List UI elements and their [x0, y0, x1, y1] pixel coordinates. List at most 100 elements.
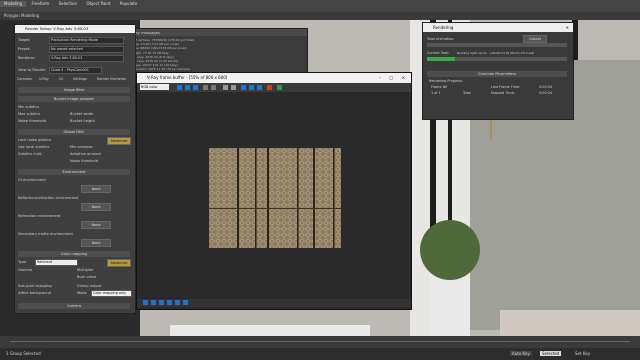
green-channel-icon[interactable] [185, 85, 190, 90]
min-samples-label: Min samples [70, 145, 93, 149]
polygon-modeling-label[interactable]: Polygon Modeling [4, 13, 39, 18]
tab-freeform[interactable]: Freeform [27, 1, 53, 7]
tab-render-elements[interactable]: Render Elements [97, 77, 126, 81]
current-task-value: Building light cache... [00:00:21.8] [00… [457, 51, 535, 55]
affect-bg-checkbox[interactable]: Affect background [18, 290, 51, 296]
clear-icon[interactable] [231, 85, 236, 90]
bucket-sampler-section[interactable]: Bucket image sampler [18, 96, 130, 102]
selection-status: 1 Group Selected [6, 351, 41, 356]
time-slider[interactable] [0, 336, 640, 348]
cancel-button[interactable]: Cancel [523, 35, 547, 43]
settings-icon[interactable] [143, 300, 148, 305]
vray-frame-buffer-window[interactable]: V-Ray frame buffer - [55% of 800 x 600] … [136, 72, 412, 310]
region-render-icon[interactable] [249, 85, 254, 90]
refr-env-checkbox[interactable]: Refraction environment [18, 213, 60, 219]
lut-icon[interactable] [183, 300, 188, 305]
elapsed-value: 0:00:24 [539, 91, 553, 95]
tab-vray[interactable]: V-Ray [39, 77, 49, 81]
global-dmc-section[interactable]: Global DMC [18, 129, 130, 135]
subdivs-mult-label: Subdivs mult. [18, 152, 43, 156]
red-channel-icon[interactable] [177, 85, 182, 90]
common-params-section[interactable]: Common Parameters [427, 71, 567, 77]
rendering-progress-window[interactable]: Rendering ✕ Cancel Total Animation: Curr… [422, 22, 574, 120]
use-local-checkbox[interactable]: Use local subdivs [18, 144, 49, 150]
track-mouse-icon[interactable] [241, 85, 246, 90]
noise-label: Noise threshold [18, 119, 47, 123]
refl-env-map-button[interactable]: None [81, 203, 111, 211]
preset-dropdown[interactable]: No preset selected [49, 46, 124, 53]
rendering-titlebar: Rendering ✕ [423, 23, 573, 32]
maximize-icon[interactable]: □ [389, 73, 393, 83]
plant-leaves [420, 220, 480, 280]
target-dropdown[interactable]: Production Rendering Mode [49, 37, 124, 44]
tab-gi[interactable]: GI [59, 77, 63, 81]
channel-dropdown[interactable]: RGB color [140, 84, 169, 90]
lock-noise-checkbox[interactable]: Lock noise pattern [18, 137, 51, 143]
clamp-checkbox[interactable]: Clamp output [77, 283, 102, 289]
renderer-dropdown[interactable]: V-Ray Adv 3.60.03 [49, 55, 124, 62]
color-mapping-section[interactable]: Color mapping [18, 251, 130, 257]
tab-selection[interactable]: Selection [55, 1, 81, 7]
burn-value-label: Burn value [77, 275, 97, 279]
advanced-color-button[interactable]: Advanced [107, 259, 131, 267]
tab-object-paint[interactable]: Object Paint [82, 1, 114, 7]
secondary-env-map-button[interactable]: None [81, 239, 111, 247]
white-balance-icon[interactable] [167, 300, 172, 305]
secondary-env-checkbox[interactable]: Secondary matte environment [18, 231, 73, 237]
gi-env-map-button[interactable]: None [81, 185, 111, 193]
rendering-title: Rendering [433, 25, 454, 30]
multiplier-label: Multiplier [77, 268, 94, 272]
render-preview-image [209, 148, 341, 248]
history-icon[interactable] [257, 85, 262, 90]
min-subdivs-label: Min subdivs [18, 105, 40, 109]
advanced-button[interactable]: Advanced [107, 137, 131, 145]
status-bar: 1 Group Selected Auto Key Selected Set K… [0, 348, 640, 360]
blue-channel-icon[interactable] [193, 85, 198, 90]
refr-env-map-button[interactable]: None [81, 221, 111, 229]
save-icon[interactable] [223, 85, 228, 90]
subpixel-checkbox[interactable]: Sub-pixel mapping [18, 283, 52, 289]
stop-render-icon[interactable] [267, 85, 272, 90]
lens-effects-icon[interactable] [151, 300, 156, 305]
vfb-title: V-Ray frame buffer - [55% of 800 x 600] [147, 75, 228, 80]
alpha-icon[interactable] [203, 85, 208, 90]
type-dropdown[interactable]: Reinhard [35, 259, 78, 266]
refl-env-checkbox[interactable]: Reflection/refraction environment [18, 195, 79, 201]
messages-title: V-Ray messages [117, 29, 307, 36]
minimize-icon[interactable]: – [379, 73, 381, 83]
tab-modeling[interactable]: Modeling [0, 1, 27, 7]
camera-section[interactable]: Camera [18, 303, 130, 309]
frame-value: 0 [445, 85, 448, 89]
last-frame-label: Last Frame Time: [491, 85, 521, 89]
exposure-icon[interactable] [159, 300, 164, 305]
gamma-label: Gamma [18, 268, 33, 272]
tab-common[interactable]: Common [17, 77, 32, 81]
environment-section[interactable]: Environment [18, 169, 130, 175]
bucket-width-label: Bucket width [70, 112, 94, 116]
curve-icon[interactable] [175, 300, 180, 305]
target-label: Target: [18, 38, 31, 42]
image-filter-section[interactable]: Image filter [18, 87, 130, 93]
render-setup-window[interactable]: Render Setup: V-Ray Adv 3.60.03 Target: … [14, 24, 136, 314]
current-task-bar [427, 57, 567, 61]
tab-settings[interactable]: Settings [73, 77, 87, 81]
set-key-button[interactable]: Set Key [575, 351, 590, 356]
mode-dropdown[interactable]: Color mapping only [91, 290, 132, 297]
close-icon[interactable]: ✕ [402, 73, 405, 83]
start-render-icon[interactable] [277, 85, 282, 90]
vfb-titlebar: V-Ray frame buffer - [55% of 800 x 600] … [137, 73, 411, 83]
current-task-fill [427, 57, 455, 61]
timeline-track [10, 341, 630, 342]
close-icon[interactable]: ✕ [566, 23, 569, 32]
view-label: View to Render: [18, 68, 47, 72]
current-task-label: Current Task: [427, 51, 450, 55]
view-dropdown[interactable]: Quad 4 - PhysCam001 [49, 67, 102, 74]
bucket-height-label: Bucket height [70, 119, 95, 123]
mono-icon[interactable] [211, 85, 216, 90]
auto-key-button[interactable]: Auto Key [510, 351, 532, 356]
type-label: Type [18, 260, 27, 264]
total-label: Total [463, 91, 471, 95]
gi-env-checkbox[interactable]: GI environment [18, 177, 46, 183]
key-filter-dropdown[interactable]: Selected [540, 351, 562, 356]
tab-populate[interactable]: Populate [116, 1, 141, 7]
